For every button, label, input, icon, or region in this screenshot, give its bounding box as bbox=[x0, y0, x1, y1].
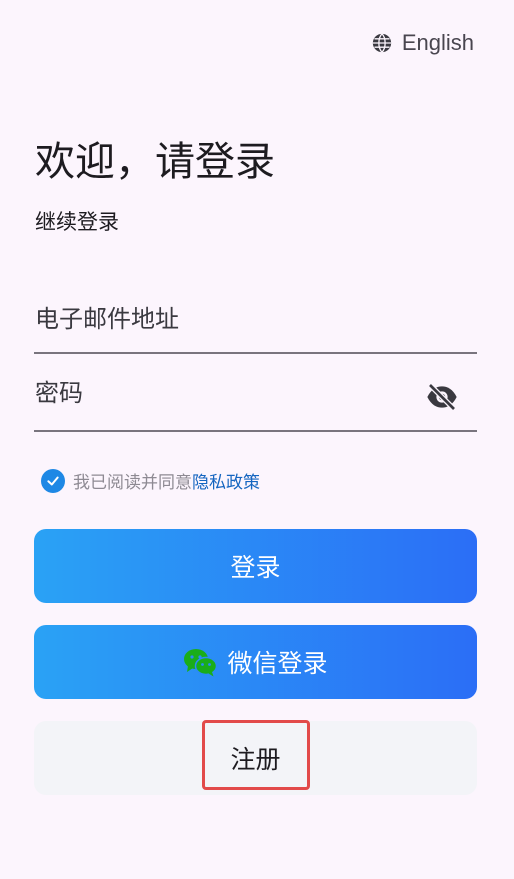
page-subtitle: 继续登录 bbox=[35, 210, 119, 234]
privacy-policy-link[interactable]: 隐私政策 bbox=[192, 468, 260, 493]
email-field-container bbox=[34, 288, 477, 354]
language-switcher[interactable]: English bbox=[372, 30, 474, 56]
agreement-checkbox[interactable] bbox=[41, 468, 65, 493]
eye-off-icon[interactable] bbox=[425, 380, 459, 414]
email-input[interactable] bbox=[35, 302, 415, 336]
wechat-icon bbox=[183, 647, 218, 677]
language-label: English bbox=[401, 30, 474, 55]
login-button[interactable]: 登录 bbox=[34, 529, 477, 603]
agreement-text: 我已阅读并同意 bbox=[73, 473, 192, 493]
page-title: 欢迎，请登录 bbox=[35, 139, 275, 185]
password-input[interactable] bbox=[35, 376, 415, 410]
wechat-button-label: 微信登录 bbox=[227, 649, 328, 678]
login-button-label: 登录 bbox=[230, 553, 281, 582]
password-field-container bbox=[34, 362, 477, 432]
register-button-label: 注册 bbox=[230, 745, 281, 774]
wechat-login-button[interactable]: 微信登录 bbox=[34, 625, 477, 699]
globe-icon bbox=[372, 33, 392, 53]
privacy-agreement: 我已阅读并同意 隐私政策 bbox=[41, 468, 260, 493]
register-button[interactable]: 注册 bbox=[34, 721, 477, 795]
